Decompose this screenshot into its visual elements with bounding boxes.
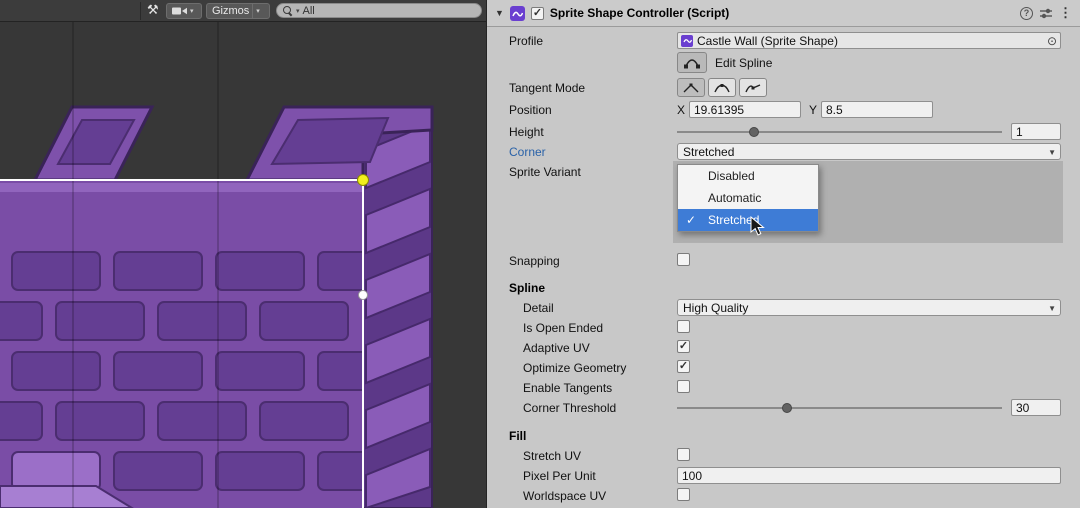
position-label: Position <box>509 103 552 117</box>
stretch-uv-label: Stretch UV <box>523 449 581 463</box>
pixel-per-unit-label: Pixel Per Unit <box>523 469 596 483</box>
spline-selected-point[interactable] <box>358 175 369 186</box>
corner-dropdown-menu: Disabled Automatic ✓ Stretched <box>677 164 819 232</box>
tangent-broken-button[interactable] <box>739 78 767 97</box>
chevron-down-icon: ▼ <box>1048 148 1056 157</box>
menu-item-disabled[interactable]: Disabled <box>678 165 818 187</box>
tangent-continuous-icon <box>713 82 731 94</box>
height-slider-handle[interactable] <box>749 127 759 137</box>
enable-tangents-checkbox[interactable] <box>677 380 690 393</box>
search-scope-label: All <box>303 5 315 17</box>
tangent-mode-label: Tangent Mode <box>509 81 585 95</box>
foldout-arrow-icon[interactable]: ▼ <box>495 8 504 18</box>
adaptive-uv-checkbox[interactable] <box>677 340 690 353</box>
position-y-label: Y <box>809 103 817 117</box>
chevron-down-icon: ▾ <box>190 7 194 15</box>
tangent-continuous-button[interactable] <box>708 78 736 97</box>
is-open-ended-checkbox[interactable] <box>677 320 690 333</box>
corner-threshold-label: Corner Threshold <box>523 401 616 415</box>
tangent-linear-icon <box>682 82 700 94</box>
camera-icon <box>172 6 187 16</box>
gizmos-label: Gizmos <box>212 5 249 17</box>
scene-canvas[interactable] <box>0 22 486 508</box>
unity-window: ⚒ ▾ Gizmos ▾ ▾ All <box>0 0 1080 508</box>
search-scope-arrow[interactable]: ▾ <box>296 7 300 15</box>
is-open-ended-label: Is Open Ended <box>523 321 603 335</box>
edit-spline-icon <box>683 57 701 69</box>
camera-view-button[interactable]: ▾ <box>166 3 202 19</box>
tangent-linear-button[interactable] <box>677 78 705 97</box>
position-y-field[interactable]: 8.5 <box>821 101 933 118</box>
snapping-checkbox[interactable] <box>677 253 690 266</box>
stretch-uv-checkbox[interactable] <box>677 448 690 461</box>
component-enabled-checkbox[interactable] <box>531 7 544 20</box>
detail-dropdown[interactable]: High Quality ▼ <box>677 299 1061 316</box>
height-slider-track[interactable] <box>677 131 1002 133</box>
snapping-label: Snapping <box>509 254 560 268</box>
mouse-cursor-icon <box>750 216 765 237</box>
search-icon <box>283 6 293 16</box>
height-label: Height <box>509 125 544 139</box>
worldspace-uv-label: Worldspace UV <box>523 489 606 503</box>
component-header[interactable]: ▼ Sprite Shape Controller (Script) ? ⋮ <box>487 0 1080 27</box>
help-icon[interactable]: ? <box>1020 7 1033 20</box>
corner-threshold-slider-handle[interactable] <box>782 403 792 413</box>
corner-threshold-value-field[interactable]: 30 <box>1011 399 1061 416</box>
wall-top-highlight <box>0 183 363 192</box>
optimize-geometry-label: Optimize Geometry <box>523 361 626 375</box>
edit-spline-label: Edit Spline <box>715 56 772 70</box>
profile-object-name: Castle Wall (Sprite Shape) <box>697 34 1043 48</box>
adaptive-uv-label: Adaptive UV <box>523 341 590 355</box>
tools-icon[interactable]: ⚒ <box>147 2 159 18</box>
tangent-broken-icon <box>744 82 762 94</box>
toolbar-separator <box>140 2 141 20</box>
presets-icon[interactable] <box>1039 7 1053 20</box>
corner-dropdown[interactable]: Stretched ▼ <box>677 143 1061 160</box>
menu-item-automatic[interactable]: Automatic <box>678 187 818 209</box>
sprite-shape-icon <box>681 35 693 47</box>
gizmos-button[interactable]: Gizmos ▾ <box>206 3 270 19</box>
profile-object-field[interactable]: Castle Wall (Sprite Shape) ⊙ <box>677 32 1061 49</box>
spline-control-point[interactable] <box>359 291 368 300</box>
kebab-menu-icon[interactable]: ⋮ <box>1059 5 1072 21</box>
position-x-label: X <box>677 103 685 117</box>
detail-label: Detail <box>523 301 554 315</box>
sprite-variant-label: Sprite Variant <box>509 165 581 179</box>
corner-threshold-slider-track[interactable] <box>677 407 1002 409</box>
scene-view[interactable]: ⚒ ▾ Gizmos ▾ ▾ All <box>0 0 486 508</box>
checkmark-icon: ✓ <box>686 209 696 231</box>
optimize-geometry-checkbox[interactable] <box>677 360 690 373</box>
component-title: Sprite Shape Controller (Script) <box>550 6 1014 20</box>
edit-spline-button[interactable] <box>677 52 707 73</box>
gizmos-dropdown-arrow[interactable]: ▾ <box>252 4 263 18</box>
worldspace-uv-checkbox[interactable] <box>677 488 690 501</box>
height-value-field[interactable]: 1 <box>1011 123 1061 140</box>
inspector-panel: ▼ Sprite Shape Controller (Script) ? ⋮ P… <box>486 0 1080 508</box>
profile-label: Profile <box>509 34 543 48</box>
corner-label: Corner <box>509 145 546 159</box>
spline-section-header: Spline <box>509 281 545 295</box>
fill-section-header: Fill <box>509 429 526 443</box>
sprite-shape-icon <box>510 6 525 21</box>
scene-toolbar: ⚒ ▾ Gizmos ▾ ▾ All <box>0 0 486 22</box>
pixel-per-unit-field[interactable]: 100 <box>677 467 1061 484</box>
chevron-down-icon: ▼ <box>1048 304 1056 313</box>
enable-tangents-label: Enable Tangents <box>523 381 612 395</box>
scene-search-field[interactable]: ▾ All <box>276 3 482 18</box>
chevron-down-icon: ▾ <box>256 7 260 15</box>
object-picker-icon[interactable]: ⊙ <box>1047 35 1057 47</box>
position-x-field[interactable]: 19.61395 <box>689 101 801 118</box>
menu-item-stretched[interactable]: ✓ Stretched <box>678 209 818 231</box>
